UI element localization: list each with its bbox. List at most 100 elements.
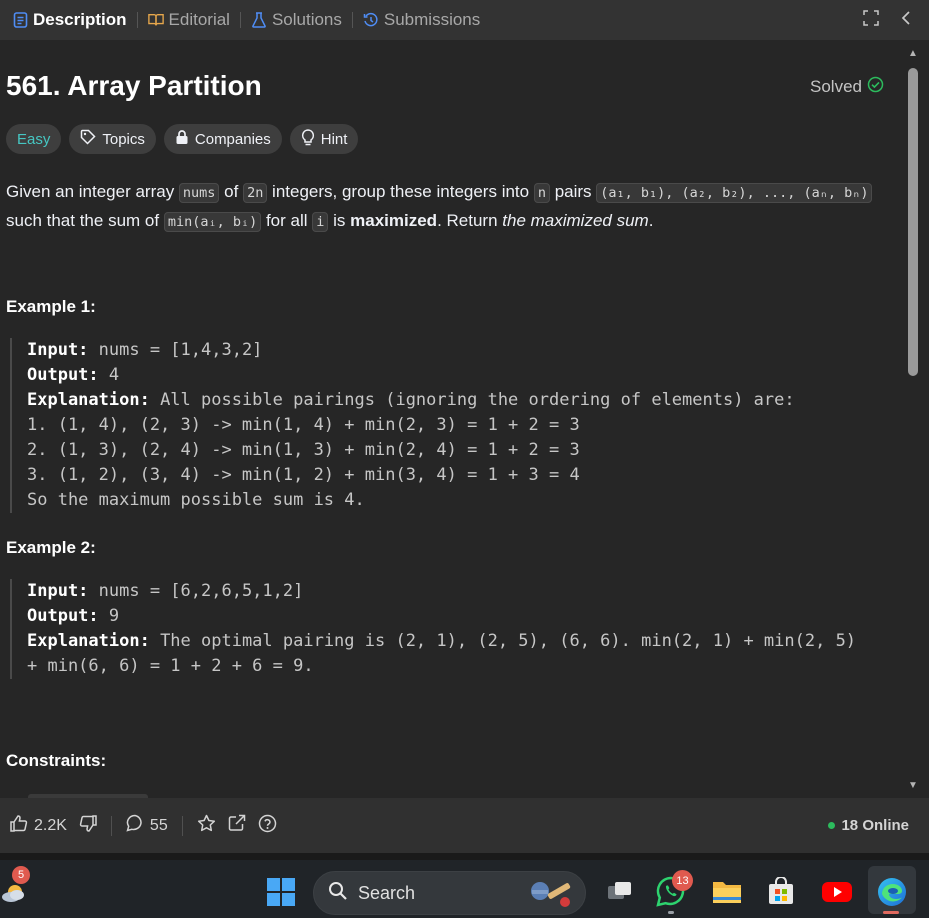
edge-browser-icon[interactable]: [875, 875, 909, 909]
online-indicator: 18 Online: [828, 798, 909, 853]
comments-button[interactable]: 55: [120, 814, 174, 837]
companies-label: Companies: [194, 130, 271, 148]
statement-text: is: [328, 211, 351, 230]
output-value: 9: [98, 606, 120, 626]
problem-tab-bar: Description Editorial Solutions Submissi…: [0, 0, 929, 40]
example-line: 2. (1, 3), (2, 4) -> min(1, 3) + min(2, …: [27, 440, 580, 460]
example-line: Output: 4: [27, 363, 890, 388]
question-circle-icon: [258, 814, 277, 838]
difficulty-badge: Easy: [6, 124, 62, 154]
inline-code: min(aᵢ, bᵢ): [163, 212, 262, 232]
tab-divider: [136, 12, 138, 28]
action-divider: [110, 815, 112, 836]
favorite-button[interactable]: [191, 814, 222, 837]
example-1-block: Input: nums = [1,4,3,2] Output: 4 Explan…: [10, 338, 890, 513]
youtube-icon[interactable]: [820, 875, 854, 909]
online-dot: [828, 822, 836, 829]
page-title: 561. Array Partition: [6, 70, 262, 101]
problem-action-bar: 2.2K 55 18 Online: [0, 798, 929, 853]
flask-icon: [251, 12, 267, 28]
inline-code: 2n: [243, 183, 268, 203]
search-label: Search: [358, 882, 416, 903]
check-circle-icon: [867, 76, 884, 98]
example-line: Explanation: All possible pairings (igno…: [27, 388, 890, 413]
active-app-indicator: [883, 911, 899, 914]
example-2-block: Input: nums = [6,2,6,5,1,2] Output: 9 Ex…: [10, 579, 890, 679]
scroll-down-arrow-icon[interactable]: ▼: [907, 781, 919, 791]
task-view-icon[interactable]: [603, 875, 637, 909]
topics-label: Topics: [102, 130, 145, 148]
tab-divider: [239, 12, 241, 28]
star-icon: [197, 814, 216, 837]
lightbulb-icon: [301, 128, 315, 150]
tab-description[interactable]: Description: [6, 0, 133, 40]
explanation-text: The optimal pairing is (2, 1), (2, 5), (…: [149, 631, 857, 651]
scroll-up-arrow-icon[interactable]: ▲: [907, 49, 919, 59]
scrollbar-thumb[interactable]: [908, 68, 918, 376]
tab-solutions[interactable]: Solutions: [245, 0, 348, 40]
tab-divider: [351, 12, 353, 28]
example-line: + min(6, 6) = 1 + 2 + 6 = 9.: [27, 656, 314, 676]
statement-text: such that the sum of: [6, 211, 164, 230]
statement-text: for all: [261, 211, 313, 230]
input-label: Input:: [27, 340, 89, 360]
input-value: nums = [6,2,6,5,1,2]: [88, 581, 304, 601]
problem-statement: Given an integer array nums of 2n intege…: [6, 178, 886, 236]
companies-button[interactable]: Companies: [163, 124, 282, 154]
statement-text: integers, group these integers into: [267, 182, 534, 201]
tab-description-label: Description: [33, 10, 127, 29]
description-icon: [12, 12, 28, 28]
input-label: Input:: [27, 581, 89, 601]
windows-start-icon[interactable]: [264, 875, 298, 909]
history-icon: [363, 12, 379, 28]
example-1-heading: Example 1:: [6, 297, 96, 316]
like-button[interactable]: 2.2K: [4, 814, 73, 837]
topics-button[interactable]: Topics: [69, 124, 156, 154]
explanation-label: Explanation:: [27, 390, 150, 410]
collapse-panel-icon[interactable]: [901, 10, 911, 31]
like-count: 2.2K: [34, 816, 67, 834]
window-gap: [0, 853, 929, 860]
output-value: 4: [98, 365, 120, 385]
statement-bold: maximized: [350, 211, 438, 230]
tag-icon: [80, 129, 96, 149]
tab-submissions[interactable]: Submissions: [357, 0, 486, 40]
weather-badge: 5: [12, 866, 30, 884]
online-count: 18 Online: [841, 817, 909, 834]
example-line: 3. (1, 2), (3, 4) -> min(1, 2) + min(3, …: [27, 465, 580, 485]
statement-text: . Return: [437, 211, 503, 230]
solved-label: Solved: [810, 77, 862, 96]
tab-solutions-label: Solutions: [271, 10, 342, 29]
hint-button[interactable]: Hint: [289, 124, 359, 154]
statement-text: .: [648, 211, 654, 230]
lock-icon: [175, 129, 189, 149]
tab-editorial[interactable]: Editorial: [142, 0, 236, 40]
cricket-search-highlight-icon: [523, 876, 575, 915]
thumbs-down-icon: [79, 814, 97, 837]
tab-editorial-label: Editorial: [168, 10, 230, 29]
external-link-icon: [228, 814, 246, 837]
action-divider: [181, 815, 183, 836]
problem-tags: Easy Topics Companies Hint: [6, 124, 359, 154]
example-2-heading: Example 2:: [6, 538, 96, 557]
description-panel: 561. Array Partition Solved Easy Topics …: [0, 40, 906, 798]
share-button[interactable]: [222, 814, 252, 837]
inline-code: i: [312, 212, 329, 232]
output-label: Output:: [27, 365, 99, 385]
microsoft-store-icon[interactable]: [764, 875, 798, 909]
example-line: 1. (1, 4), (2, 3) -> min(1, 4) + min(2, …: [27, 415, 580, 435]
inline-code: nums: [178, 183, 220, 203]
dislike-button[interactable]: [73, 814, 103, 837]
taskbar-search-input[interactable]: Search: [313, 871, 586, 915]
whatsapp-badge: 13: [672, 870, 693, 891]
constraints-heading: Constraints:: [6, 751, 107, 770]
statement-italic: the maximized sum: [502, 211, 649, 230]
comment-icon: [126, 814, 144, 837]
hint-label: Hint: [320, 130, 348, 148]
maximize-icon[interactable]: [863, 9, 879, 31]
file-explorer-icon[interactable]: [710, 875, 744, 909]
help-button[interactable]: [252, 814, 283, 838]
explanation-label: Explanation:: [27, 631, 150, 651]
example-line: Input: nums = [1,4,3,2]: [27, 338, 890, 363]
tab-submissions-label: Submissions: [383, 10, 481, 29]
